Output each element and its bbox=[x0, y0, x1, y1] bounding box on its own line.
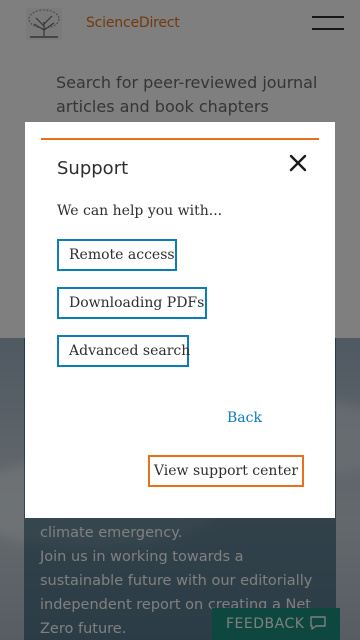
support-dialog: Support We can help you with... Remote a… bbox=[41, 138, 319, 502]
back-link[interactable]: Back bbox=[227, 410, 262, 426]
downloading-pdfs-button[interactable]: Downloading PDFs bbox=[57, 287, 207, 319]
remote-access-button[interactable]: Remote access bbox=[57, 239, 177, 271]
view-support-center-button[interactable]: View support center bbox=[148, 455, 304, 487]
dialog-title: Support bbox=[57, 158, 129, 179]
advanced-search-button[interactable]: Advanced search bbox=[57, 335, 190, 367]
close-icon[interactable] bbox=[287, 152, 309, 174]
dialog-subtitle: We can help you with... bbox=[57, 203, 223, 219]
